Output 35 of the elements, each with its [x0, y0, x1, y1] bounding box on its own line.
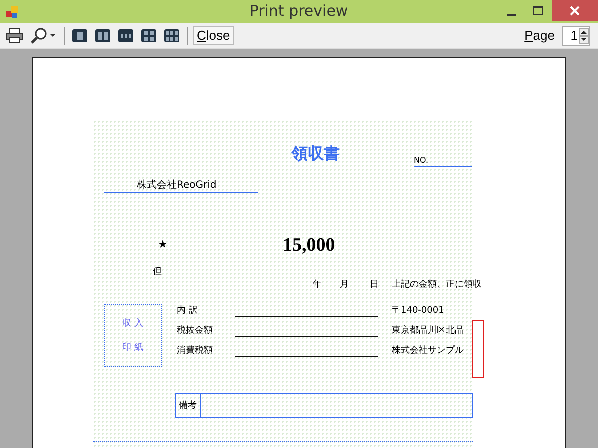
close-preview-button[interactable]: Close: [193, 26, 234, 45]
amount-value: 15,000: [283, 235, 336, 257]
remarks-label: 備考: [176, 394, 201, 417]
addressee-name: 株式会社ReoGrid: [104, 178, 258, 193]
page-label: Page: [524, 28, 555, 43]
date-label: 日: [370, 279, 379, 291]
three-pages-button[interactable]: [116, 28, 136, 44]
number-label: NO.: [414, 156, 472, 167]
maximize-icon: [533, 6, 544, 16]
zoom-button[interactable]: [29, 26, 59, 44]
page-spinner[interactable]: 1: [562, 26, 590, 46]
two-pages-button[interactable]: [93, 28, 113, 44]
print-button[interactable]: [4, 26, 26, 44]
minimize-icon: [507, 14, 516, 16]
stamp-box-label: 収 入: [122, 318, 144, 330]
date-label: 年: [313, 278, 322, 291]
purpose-label: 但: [153, 266, 162, 278]
breakdown-label: 消費税額: [177, 344, 213, 357]
star-mark: ★: [158, 238, 168, 251]
date-label: 月: [340, 279, 349, 291]
six-pages-button[interactable]: [162, 28, 182, 44]
issuer-text: 東京都品川区北品: [392, 324, 464, 337]
receipt-title: 領収書: [292, 144, 340, 165]
close-button[interactable]: [552, 0, 598, 21]
four-pages-button[interactable]: [139, 28, 159, 44]
received-statement: 上記の金額、正に領収: [392, 278, 482, 291]
window-title: Print preview: [250, 2, 348, 20]
app-icon: [5, 4, 19, 18]
breakdown-label: 税抜金額: [177, 324, 213, 337]
issuer-text: 株式会社サンプル: [392, 344, 464, 357]
issuer-text: 〒140-0001: [392, 305, 444, 317]
stamp-box-label: 印 紙: [122, 342, 144, 354]
one-page-button[interactable]: [70, 28, 90, 44]
close-icon: [570, 6, 580, 16]
breakdown-label: 内 訳: [177, 304, 198, 317]
